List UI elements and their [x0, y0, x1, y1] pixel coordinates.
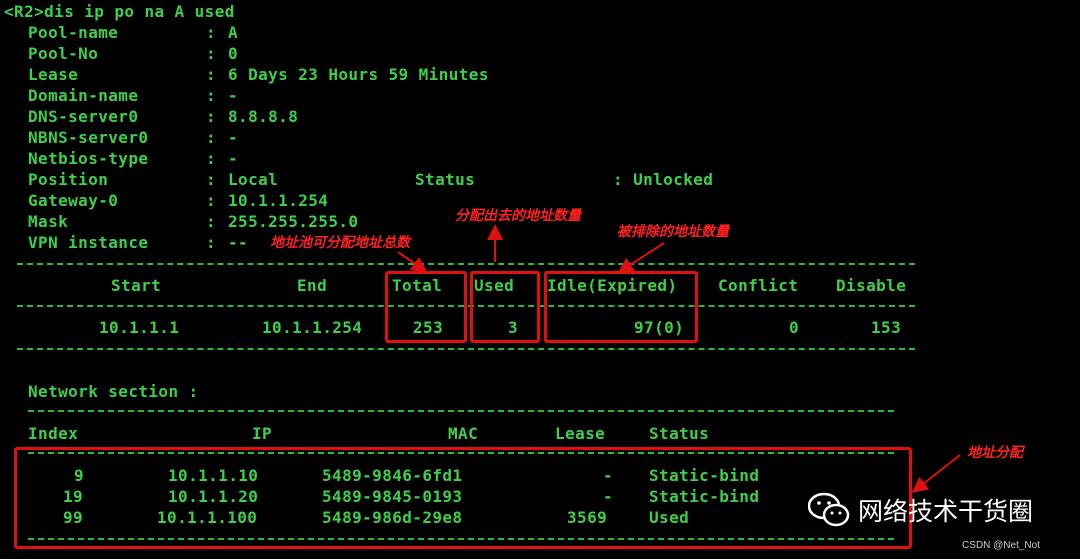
annotation-arrows [397, 224, 961, 493]
brand-name: 网络技术干货圈 [858, 497, 1034, 526]
arrow-idle [617, 242, 665, 274]
arrow-total [397, 251, 428, 273]
arrow-network [911, 454, 961, 493]
credit-text: CSDN @Net_Not [962, 540, 1040, 551]
wechat-icon [808, 492, 850, 527]
brand-watermark: 网络技术干货圈 [808, 492, 1033, 528]
